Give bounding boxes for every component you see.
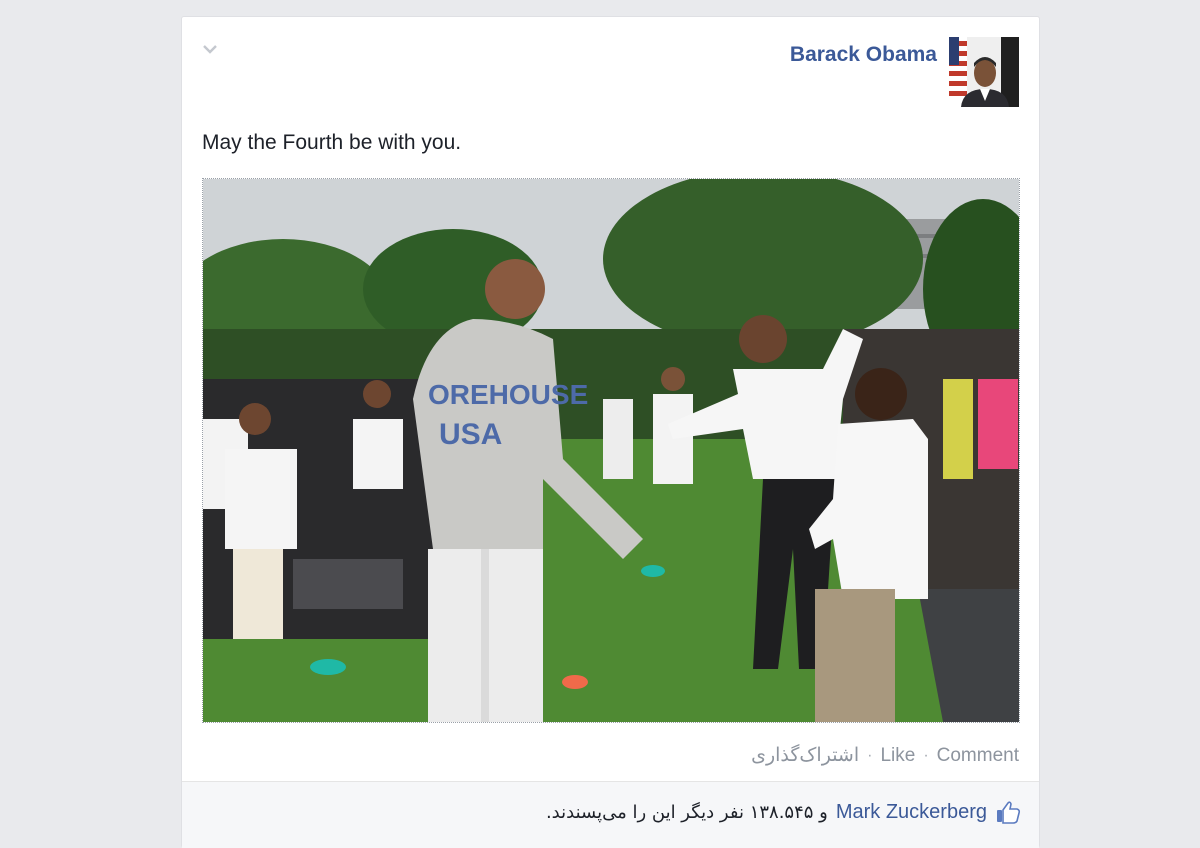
separator: · [867,746,873,764]
chevron-down-icon[interactable] [202,43,218,55]
author-name[interactable]: Barack Obama [790,43,937,67]
likes-rest-text: و ۱۳۸.۵۴۵ نفر دیگر این را می‌پسندند. [545,801,828,823]
jersey-text-2: USA [439,418,502,451]
post-card: Barack Obama May the Fourth be with you. [181,16,1040,848]
separator: · [923,746,929,764]
likes-bar: و ۱۳۸.۵۴۵ نفر دیگر این را می‌پسندند. Mar… [182,781,1039,848]
post-text: May the Fourth be with you. [202,131,462,154]
post-photo[interactable]: OREHOUSE USA [202,178,1020,723]
share-link[interactable]: اشتراک‌گذاری [751,744,859,767]
author-avatar[interactable] [949,37,1019,107]
liker-name-link[interactable]: Mark Zuckerberg [836,801,987,824]
like-link[interactable]: Like [880,745,915,767]
jersey-text-1: OREHOUSE [428,379,588,410]
comment-link[interactable]: Comment [937,745,1019,767]
thumbs-up-icon [997,801,1021,824]
post-actions: اشتراک‌گذاری · Like · Comment [751,744,1019,767]
likes-summary: و ۱۳۸.۵۴۵ نفر دیگر این را می‌پسندند. Mar… [546,800,1021,824]
